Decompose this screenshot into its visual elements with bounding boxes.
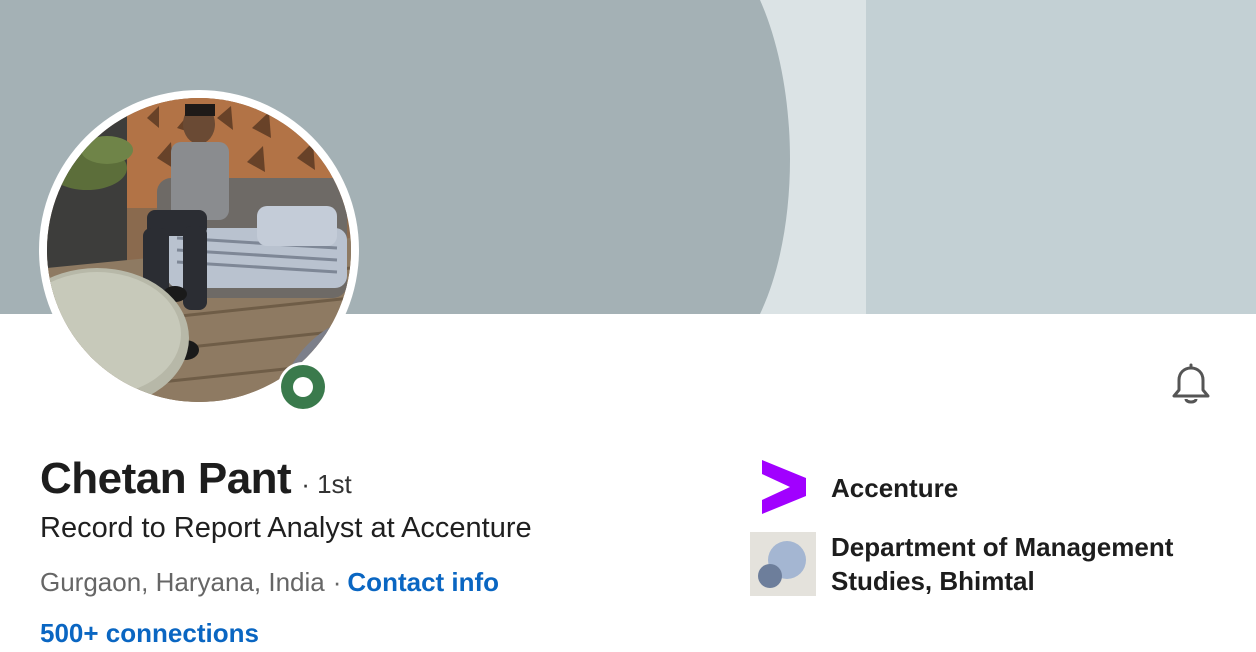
profile-location: Gurgaon, Haryana, India xyxy=(40,567,325,597)
profile-page: Chetan Pant · 1st Record to Report Analy… xyxy=(0,0,1256,652)
online-status-icon xyxy=(278,362,328,412)
school-name: Department of Management Studies, Bhimta… xyxy=(831,532,1174,596)
profile-photo[interactable] xyxy=(47,98,351,402)
current-company[interactable]: Accenture xyxy=(750,456,1231,520)
company-name: Accenture xyxy=(831,473,959,503)
education-school[interactable]: Department of Management Studies, Bhimta… xyxy=(750,530,1231,598)
profile-photo-frame[interactable] xyxy=(39,90,359,410)
profile-name: Chetan Pant xyxy=(40,454,292,503)
online-status-center xyxy=(293,377,313,397)
connection-degree: · 1st xyxy=(301,469,352,499)
location-row: Gurgaon, Haryana, India · Contact info xyxy=(40,567,499,598)
profile-headline: Record to Report Analyst at Accenture xyxy=(40,512,532,544)
accenture-logo-icon xyxy=(750,456,816,520)
name-row: Chetan Pant · 1st xyxy=(40,454,352,504)
bell-icon[interactable] xyxy=(1168,362,1214,408)
contact-info-link[interactable]: Contact info xyxy=(347,567,499,597)
connections-link[interactable]: 500+ connections xyxy=(40,618,259,649)
location-separator: · xyxy=(332,567,342,597)
school-logo-icon xyxy=(750,532,816,596)
